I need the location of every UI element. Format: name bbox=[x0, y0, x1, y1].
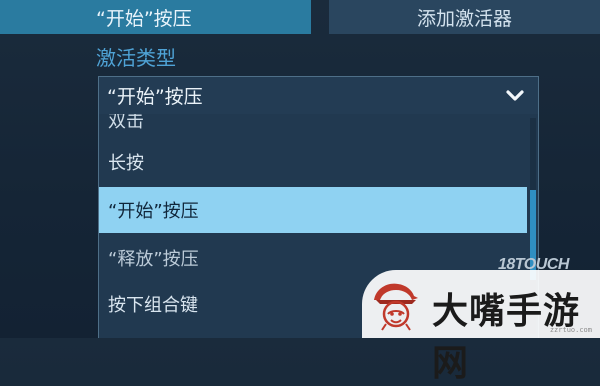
watermark-domain: zzrtuo.com bbox=[549, 326, 592, 334]
option-long-press[interactable]: 长按 bbox=[99, 142, 527, 182]
option-start-press[interactable]: “开始”按压 bbox=[99, 187, 527, 233]
activation-type-value: “开始”按压 bbox=[107, 86, 203, 108]
red-hat-head-logo bbox=[374, 283, 418, 331]
option-label: 按下组合键 bbox=[108, 295, 198, 316]
watermark-site-name: 大嘴手游网 bbox=[432, 291, 581, 384]
tab-start-press-label: “开始”按压 bbox=[96, 7, 192, 30]
option-label: 双击 bbox=[108, 114, 144, 132]
add-activator-button[interactable]: 添加激活器 bbox=[329, 0, 600, 34]
tab-start-press[interactable]: “开始”按压 bbox=[0, 0, 311, 34]
option-label: 长按 bbox=[108, 153, 144, 174]
chevron-down-icon[interactable] bbox=[504, 85, 526, 107]
activation-type-select[interactable]: “开始”按压 bbox=[98, 76, 539, 114]
activation-type-label: 激活类型 bbox=[96, 46, 176, 70]
add-activator-label: 添加激活器 bbox=[416, 7, 512, 30]
option-label: “释放”按压 bbox=[108, 249, 199, 270]
option-label: “开始”按压 bbox=[108, 201, 199, 222]
option-double-press[interactable]: 双击 bbox=[99, 114, 527, 140]
